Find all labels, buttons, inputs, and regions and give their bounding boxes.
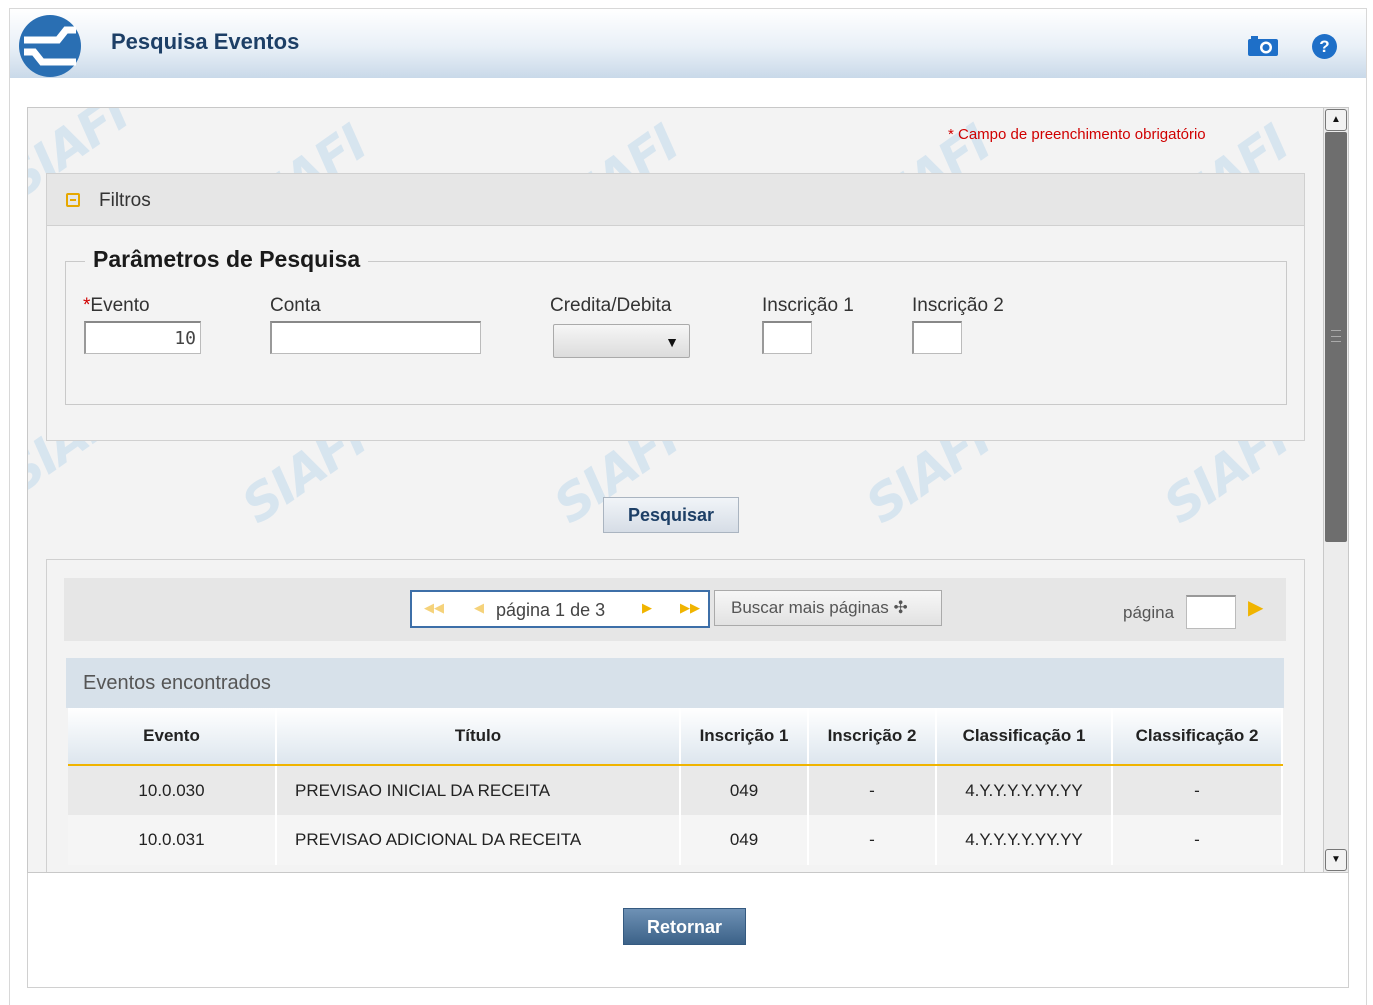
collapse-icon[interactable]	[66, 193, 80, 207]
pager: ◀◀ ◀ página 1 de 3 ▶ ▶▶	[410, 590, 710, 628]
cell-classificacao1: 4.Y.Y.Y.Y.YY.YY	[936, 765, 1113, 815]
evento-input[interactable]	[84, 321, 201, 354]
last-page-icon[interactable]: ▶▶	[680, 600, 700, 616]
page-title: Pesquisa Eventos	[111, 29, 300, 54]
results-table: Evento Título Inscrição 1 Inscrição 2 Cl…	[68, 708, 1283, 865]
evento-label-text: Evento	[90, 295, 150, 316]
search-parameters-fieldset: Parâmetros de Pesquisa *Evento Conta Cre…	[65, 246, 1287, 405]
pager-text: página 1 de 3	[496, 600, 606, 620]
fetch-more-pages-button[interactable]: Buscar mais páginas ✣	[714, 590, 942, 626]
vertical-scrollbar[interactable]: ▲ ▼	[1323, 108, 1348, 872]
column-header-classificacao2[interactable]: Classificação 2	[1112, 708, 1283, 766]
page-label: página	[1123, 603, 1175, 622]
cell-titulo: PREVISAO INICIAL DA RECEITA	[276, 765, 681, 815]
search-button[interactable]: Pesquisar	[603, 497, 739, 533]
footer-area: Retornar	[27, 873, 1349, 988]
go-to-page-icon[interactable]: ▶	[1248, 595, 1263, 620]
camera-icon[interactable]	[1247, 35, 1279, 57]
filters-header[interactable]: Filtros	[47, 174, 1304, 226]
column-header-classificacao1[interactable]: Classificação 1	[936, 708, 1113, 766]
table-row[interactable]: 10.0.031 PREVISAO ADICIONAL DA RECEITA 0…	[68, 815, 1283, 865]
inscricao1-input[interactable]	[762, 321, 812, 354]
chevron-down-icon: ▼	[665, 334, 679, 350]
scroll-up-icon[interactable]: ▲	[1325, 109, 1347, 131]
required-field-note: * Campo de preenchimento obrigatório	[948, 126, 1206, 143]
conta-label: Conta	[270, 295, 321, 316]
title-bar: Pesquisa Eventos ?	[10, 9, 1366, 78]
credita-debita-select[interactable]: ▼	[553, 324, 690, 358]
evento-label: *Evento	[83, 295, 150, 317]
cell-classificacao2: -	[1112, 765, 1283, 815]
filters-label: Filtros	[99, 190, 151, 211]
column-header-titulo[interactable]: Título	[276, 708, 681, 766]
column-header-inscricao1[interactable]: Inscrição 1	[680, 708, 809, 766]
previous-page-icon[interactable]: ◀	[474, 600, 484, 616]
pager-bar: ◀◀ ◀ página 1 de 3 ▶ ▶▶ Buscar mais pági…	[64, 578, 1286, 641]
table-row[interactable]: 10.0.030 PREVISAO INICIAL DA RECEITA 049…	[68, 765, 1283, 815]
cell-evento[interactable]: 10.0.031	[68, 815, 277, 865]
column-header-evento[interactable]: Evento	[68, 708, 277, 766]
conta-input[interactable]	[270, 321, 481, 354]
scroll-down-icon[interactable]: ▼	[1325, 849, 1347, 871]
table-header-row: Evento Título Inscrição 1 Inscrição 2 Cl…	[68, 708, 1283, 766]
cell-classificacao2: -	[1112, 815, 1283, 865]
results-panel: ◀◀ ◀ página 1 de 3 ▶ ▶▶ Buscar mais pági…	[46, 559, 1305, 872]
cell-inscricao1: 049	[680, 815, 809, 865]
cell-inscricao2: -	[808, 815, 937, 865]
cell-classificacao1: 4.Y.Y.Y.Y.YY.YY	[936, 815, 1113, 865]
fieldset-legend: Parâmetros de Pesquisa	[85, 246, 369, 273]
inscricao1-label: Inscrição 1	[762, 295, 854, 316]
inscricao2-input[interactable]	[912, 321, 962, 354]
return-button[interactable]: Retornar	[623, 908, 746, 945]
content-viewport: SIAFI SIAFI SIAFI SIAFI SIAFI SIAFI SIAF…	[27, 107, 1349, 873]
filters-panel: Filtros Parâmetros de Pesquisa *Evento C…	[46, 173, 1305, 441]
inscricao2-label: Inscrição 2	[912, 295, 1004, 316]
cell-titulo: PREVISAO ADICIONAL DA RECEITA	[276, 815, 681, 865]
grip-icon	[1331, 330, 1341, 342]
first-page-icon[interactable]: ◀◀	[424, 600, 444, 616]
results-title: Eventos encontrados	[83, 672, 271, 694]
credita-debita-label: Credita/Debita	[550, 295, 672, 316]
cell-inscricao1: 049	[680, 765, 809, 815]
results-title-bar: Eventos encontrados	[66, 658, 1284, 708]
help-icon[interactable]: ?	[1312, 34, 1337, 59]
scroll-thumb[interactable]	[1325, 132, 1347, 542]
page-number-input[interactable]	[1186, 595, 1236, 629]
cell-inscricao2: -	[808, 765, 937, 815]
siafi-logo-icon	[19, 15, 81, 77]
next-page-icon[interactable]: ▶	[642, 600, 652, 616]
column-header-inscricao2[interactable]: Inscrição 2	[808, 708, 937, 766]
cell-evento[interactable]: 10.0.030	[68, 765, 277, 815]
